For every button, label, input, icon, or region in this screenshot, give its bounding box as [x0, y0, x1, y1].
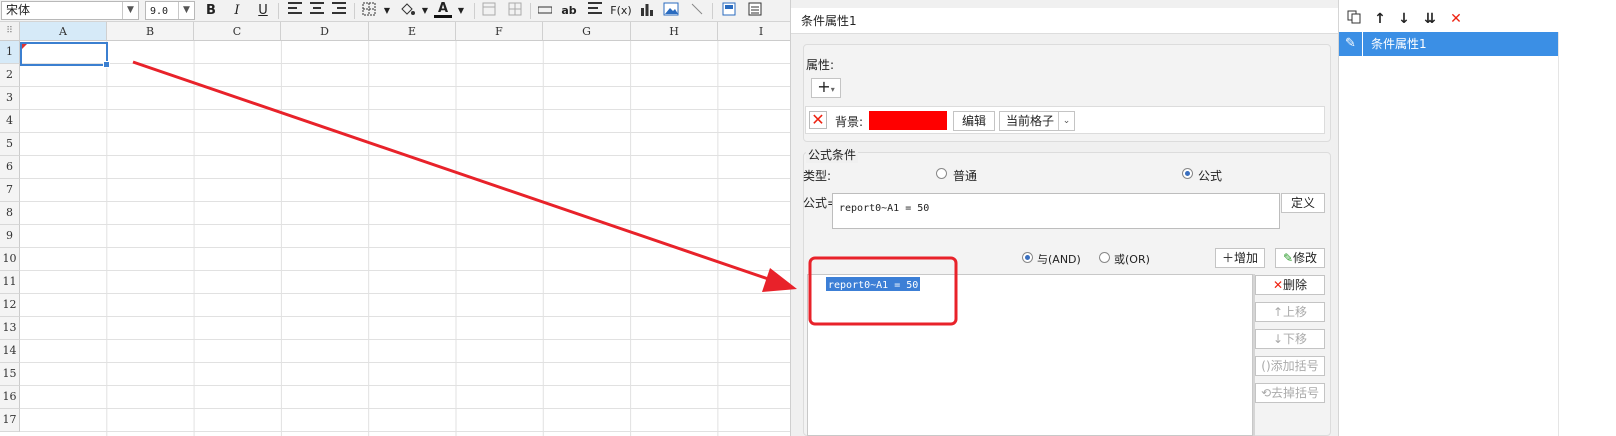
annotation-highlight-box	[808, 256, 958, 326]
annotation-arrow-head	[762, 268, 797, 292]
annotation-overlay	[132, 60, 958, 326]
annotation-arrow-line	[132, 60, 781, 285]
